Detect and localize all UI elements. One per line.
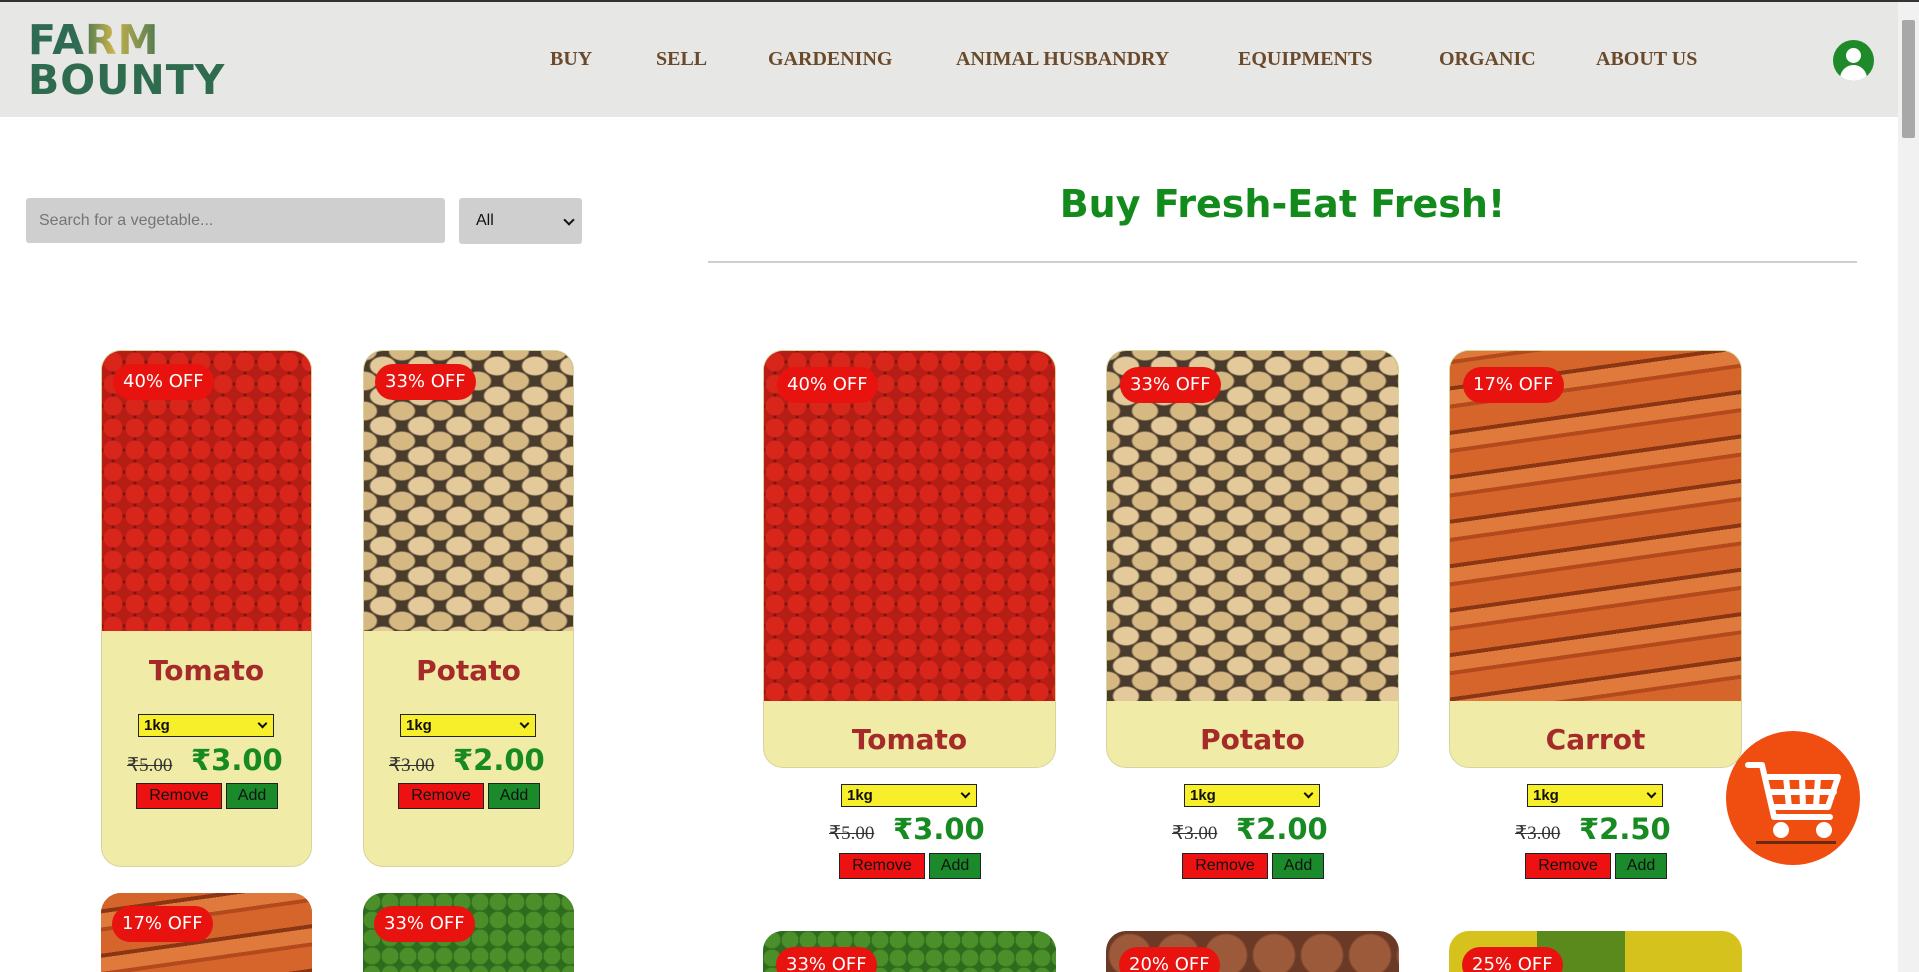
brand-line-2: BOUNTY bbox=[28, 56, 226, 104]
discount-badge: 40% OFF bbox=[777, 367, 878, 403]
add-button[interactable]: Add bbox=[929, 853, 981, 879]
discounted-price: ₹2.00 bbox=[453, 743, 545, 777]
original-price: ₹5.00 bbox=[829, 823, 875, 844]
discounted-price: ₹3.00 bbox=[893, 812, 985, 846]
quantity-value: 1kg bbox=[1533, 787, 1559, 804]
discount-badge: 17% OFF bbox=[112, 906, 213, 942]
product-card: 33% OFF bbox=[763, 931, 1056, 972]
brand-logo[interactable]: FARM BOUNTY bbox=[28, 20, 226, 104]
quantity-value: 1kg bbox=[144, 717, 170, 734]
discount-badge: 20% OFF bbox=[1119, 947, 1220, 972]
nav-item-organic[interactable]: ORGANIC bbox=[1439, 48, 1536, 71]
shopping-cart-icon bbox=[1745, 762, 1841, 844]
page-scrollbar[interactable] bbox=[1898, 2, 1919, 972]
product-name: Potato bbox=[1200, 723, 1305, 756]
quantity-select[interactable]: 1kg bbox=[841, 784, 977, 807]
add-button[interactable]: Add bbox=[1615, 853, 1667, 879]
product-card: 40% OFF Tomato bbox=[763, 350, 1056, 768]
nav-item-about-us[interactable]: ABOUT US bbox=[1596, 48, 1697, 71]
product-name: Carrot bbox=[1545, 723, 1646, 756]
original-price: ₹3.00 bbox=[1515, 823, 1561, 844]
product-name: Potato bbox=[416, 654, 521, 687]
quantity-value: 1kg bbox=[1190, 787, 1216, 804]
quantity-value: 1kg bbox=[847, 787, 873, 804]
quantity-value: 1kg bbox=[406, 717, 432, 734]
chevron-down-icon bbox=[1303, 788, 1314, 799]
nav-item-gardening[interactable]: GARDENING bbox=[768, 48, 892, 71]
discount-badge: 33% OFF bbox=[374, 906, 475, 942]
title-divider bbox=[708, 261, 1857, 263]
quantity-select[interactable]: 1kg bbox=[400, 714, 536, 737]
brand-line-1: FARM bbox=[28, 20, 170, 61]
product-name: Tomato bbox=[851, 723, 968, 756]
discount-badge: 33% OFF bbox=[375, 364, 476, 400]
nav-item-equipments[interactable]: EQUIPMENTS bbox=[1238, 48, 1372, 71]
chevron-down-icon bbox=[257, 718, 268, 729]
discount-badge: 33% OFF bbox=[776, 947, 877, 972]
search-input[interactable] bbox=[26, 198, 445, 243]
sidebar-product-card: 33% OFF Potato 1kg ₹3.00 ₹2.00 Remove Ad… bbox=[363, 350, 574, 867]
add-button[interactable]: Add bbox=[1272, 853, 1324, 879]
category-filter-select[interactable]: All bbox=[459, 198, 582, 244]
product-card: 17% OFF Carrot bbox=[1449, 350, 1742, 768]
chevron-down-icon bbox=[519, 718, 530, 729]
remove-button[interactable]: Remove bbox=[1525, 853, 1611, 879]
original-price: ₹3.00 bbox=[1172, 823, 1218, 844]
discounted-price: ₹3.00 bbox=[191, 743, 283, 777]
product-card: 33% OFF Potato bbox=[1106, 350, 1399, 768]
quantity-select[interactable]: 1kg bbox=[1184, 784, 1320, 807]
remove-button[interactable]: Remove bbox=[839, 853, 925, 879]
page-title: Buy Fresh-Eat Fresh! bbox=[1059, 182, 1506, 226]
nav-item-animal-husbandry[interactable]: ANIMAL HUSBANDRY bbox=[956, 48, 1169, 71]
nav-item-buy[interactable]: BUY bbox=[550, 48, 592, 71]
chevron-down-icon bbox=[1646, 788, 1657, 799]
shopping-cart-button[interactable] bbox=[1726, 731, 1860, 865]
product-image-carrot bbox=[1450, 351, 1741, 701]
product-image-potato bbox=[1107, 351, 1398, 701]
remove-button[interactable]: Remove bbox=[398, 783, 484, 809]
quantity-select[interactable]: 1kg bbox=[138, 714, 274, 737]
product-card: 25% OFF bbox=[1449, 931, 1742, 972]
product-image-tomato bbox=[764, 351, 1055, 701]
quantity-select[interactable]: 1kg bbox=[1527, 784, 1663, 807]
original-price: ₹5.00 bbox=[127, 755, 173, 776]
sidebar-product-card: 17% OFF bbox=[101, 893, 312, 972]
discount-badge: 25% OFF bbox=[1462, 947, 1563, 972]
remove-button[interactable]: Remove bbox=[1182, 853, 1268, 879]
discounted-price: ₹2.50 bbox=[1579, 812, 1671, 846]
product-name: Tomato bbox=[148, 654, 265, 687]
discounted-price: ₹2.00 bbox=[1236, 812, 1328, 846]
remove-button[interactable]: Remove bbox=[136, 783, 222, 809]
discount-badge: 33% OFF bbox=[1120, 367, 1221, 403]
user-icon-head bbox=[1846, 48, 1861, 63]
user-icon[interactable] bbox=[1833, 40, 1874, 81]
scrollbar-thumb[interactable] bbox=[1902, 20, 1915, 138]
sidebar-product-card: 40% OFF Tomato 1kg ₹5.00 ₹3.00 Remove Ad… bbox=[101, 350, 312, 867]
sidebar-product-card: 33% OFF bbox=[363, 893, 574, 972]
discount-badge: 17% OFF bbox=[1463, 367, 1564, 403]
chevron-down-icon bbox=[960, 788, 971, 799]
user-icon-body bbox=[1840, 65, 1867, 81]
add-button[interactable]: Add bbox=[226, 783, 278, 809]
chevron-down-icon bbox=[563, 214, 575, 226]
original-price: ₹3.00 bbox=[389, 755, 435, 776]
header: FARM BOUNTY BUY SELL GARDENING ANIMAL HU… bbox=[0, 2, 1898, 117]
add-button[interactable]: Add bbox=[488, 783, 540, 809]
category-filter-value: All bbox=[476, 212, 494, 229]
discount-badge: 40% OFF bbox=[113, 364, 214, 400]
product-card: 20% OFF bbox=[1106, 931, 1399, 972]
nav-item-sell[interactable]: SELL bbox=[656, 48, 707, 71]
